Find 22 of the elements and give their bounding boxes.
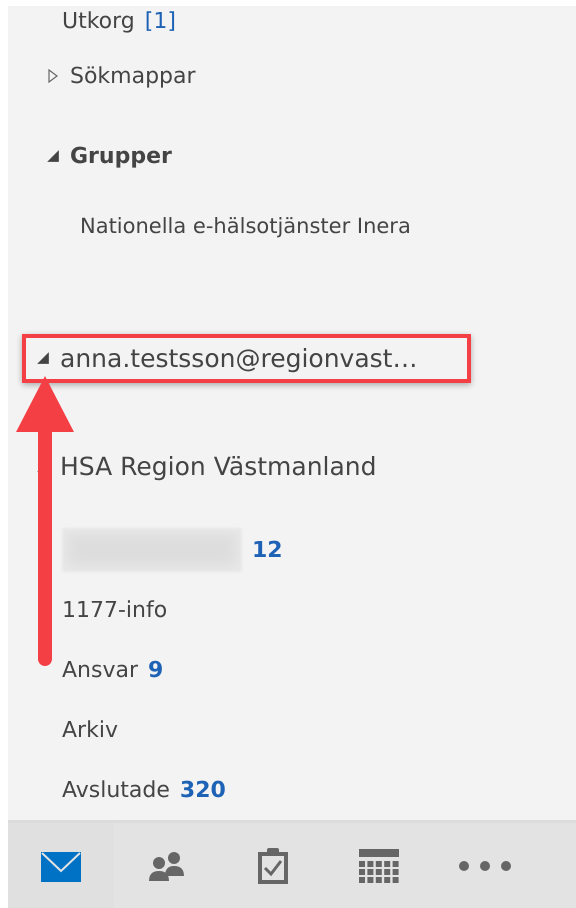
folder-item[interactable]: Nationella e-hälsotjänster Inera xyxy=(80,214,411,238)
folder-item[interactable]: Arkiv xyxy=(62,718,118,743)
expanded-triangle-icon[interactable] xyxy=(36,351,50,366)
folder-item[interactable]: 1177-info xyxy=(62,598,168,623)
collapsed-triangle-icon[interactable] xyxy=(46,69,60,84)
folder-item[interactable]: Utkorg xyxy=(62,8,135,34)
unread-count: 9 xyxy=(148,658,164,683)
folder-group[interactable]: Sökmappar xyxy=(70,64,196,89)
item-count: [1] xyxy=(144,8,176,34)
unread-count: 320 xyxy=(180,778,226,803)
expanded-triangle-icon[interactable] xyxy=(46,149,60,164)
account-name[interactable]: anna.testsson@regionvast… xyxy=(60,344,418,373)
more-icon xyxy=(458,860,512,872)
mail-icon xyxy=(41,850,81,882)
clipboard-check-icon xyxy=(256,846,290,886)
account-name[interactable]: HSA Region Västmanland xyxy=(60,452,377,481)
folder-group[interactable]: Grupper xyxy=(70,144,172,169)
calendar-icon xyxy=(359,848,399,883)
people-icon xyxy=(147,850,187,882)
unread-count: 12 xyxy=(252,538,283,563)
folder-item[interactable]: Ansvar xyxy=(62,658,138,683)
folder-item[interactable]: Avslutade xyxy=(62,778,170,803)
